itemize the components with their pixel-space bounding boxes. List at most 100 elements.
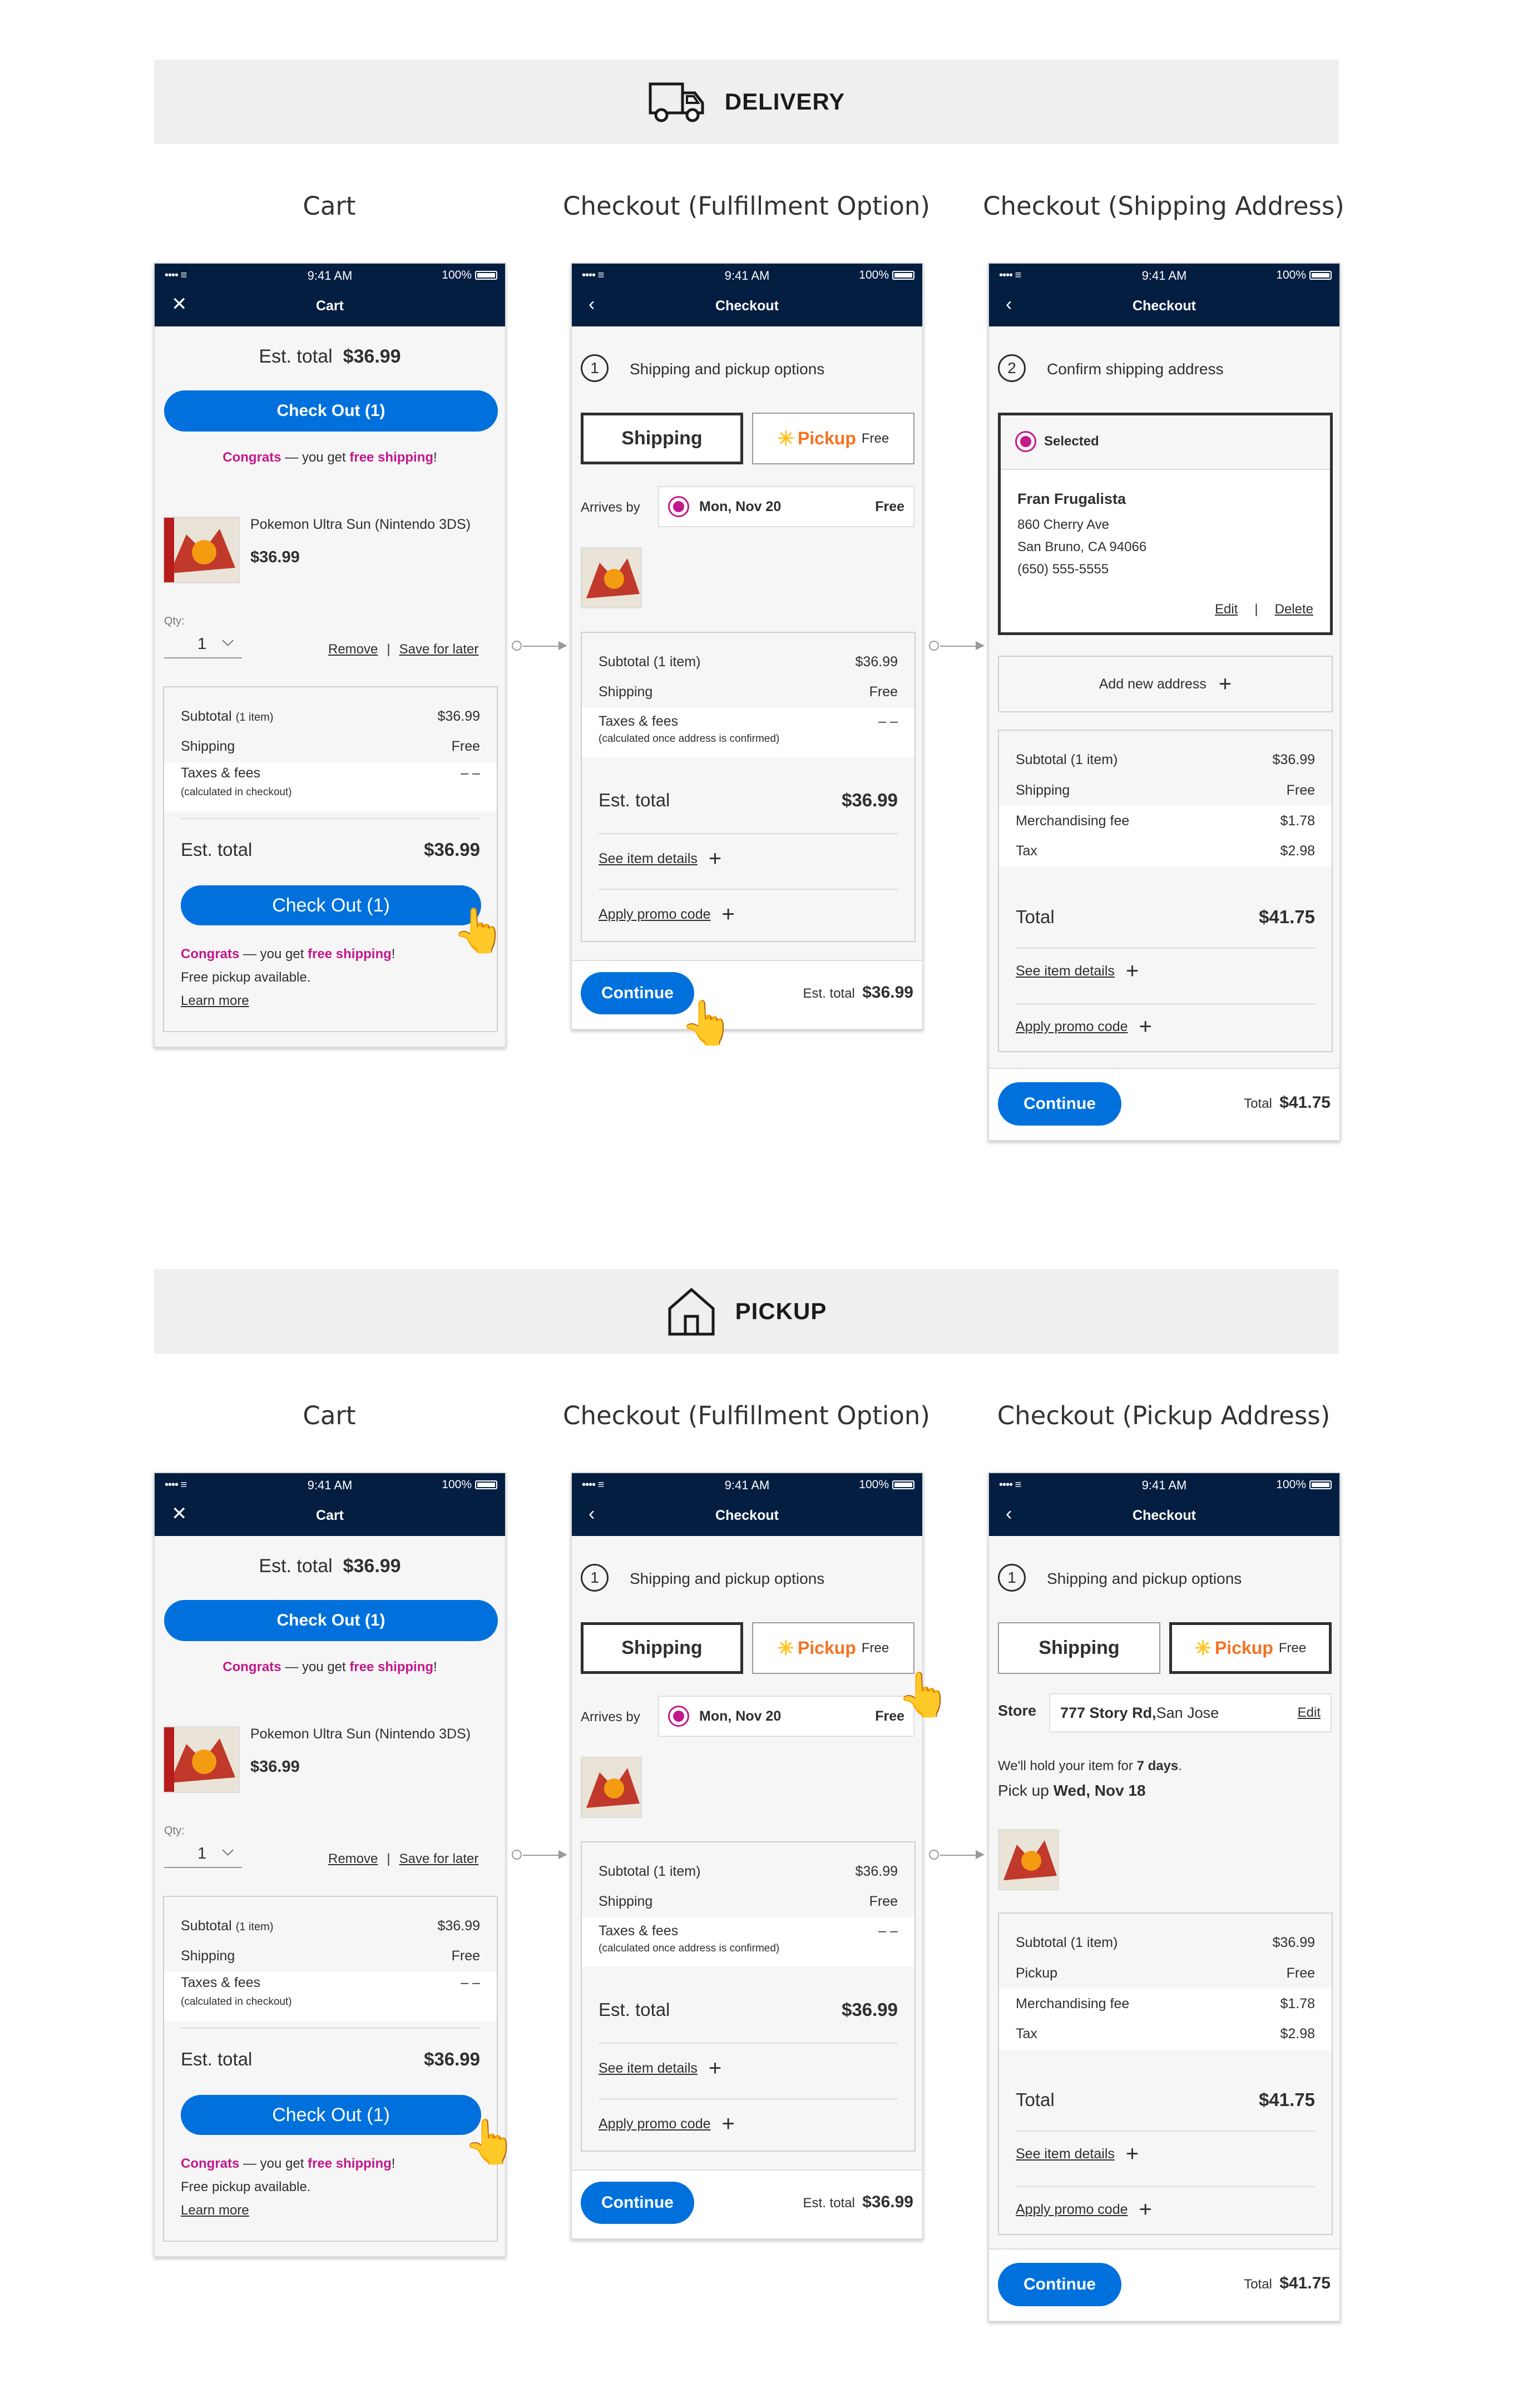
congrats-mid: — you get [239,947,308,962]
subtotal-items: (1 item) [235,1921,274,1933]
taxes-label: Taxes & fees [599,1923,679,1939]
est-total-row: Est. total $36.99 [181,2049,480,2070]
remove-link[interactable]: Remove [328,1851,378,1867]
footer-total-label: Total [1244,1096,1272,1111]
est-total-value: $36.99 [343,346,401,367]
add-new-address-button[interactable]: Add new address + [998,656,1333,712]
plus-icon: + [1139,2197,1152,2222]
tab-shipping[interactable]: Shipping [998,1622,1160,1674]
step-label: Shipping and pickup options [630,1570,825,1587]
item-thumbnail[interactable] [581,1757,642,1818]
item-thumbnail[interactable] [998,1829,1059,1890]
see-item-details-link[interactable]: See item details [599,2060,698,2077]
continue-button[interactable]: Continue [998,2263,1121,2306]
save-for-later-link[interactable]: Save for later [399,642,479,657]
delivery-date-option[interactable]: Mon, Nov 20 Free [658,486,914,527]
apply-promo[interactable]: Apply promo code + [599,2113,735,2135]
qty-select[interactable]: 1 ⌵ [164,1840,242,1868]
pickup-label: PICKUP [735,1298,827,1324]
taxes-row: Taxes & fees – – [181,1975,480,1991]
divider [599,2043,898,2044]
save-for-later-link[interactable]: Save for later [399,1851,479,1867]
est-value: $36.99 [424,2049,480,2069]
merch-fee-label: Merchandising fee [1016,1996,1130,2011]
apply-promo-link[interactable]: Apply promo code [1016,2202,1128,2218]
footer-total-label: Total [1244,2277,1272,2292]
learn-more-link[interactable]: Learn more [181,2203,249,2218]
battery-icon [475,1480,497,1489]
divider [599,833,898,834]
flow-arrow [929,1850,985,1860]
qty-label: Qty: [164,1825,185,1837]
step-number: 1 [581,354,609,382]
congrats-mid: — you get [239,2156,308,2171]
battery-icon [1309,271,1332,280]
total-row: Total $41.75 [1016,906,1315,928]
divider [181,818,480,819]
taxes-value: – – [878,714,898,729]
product-image[interactable] [163,517,240,583]
checkout-button-bottom[interactable]: Check Out (1) [181,885,481,925]
delivery-date-option[interactable]: Mon, Nov 20 Free [658,1696,914,1737]
checkout-button-top[interactable]: Check Out (1) [164,390,498,432]
continue-button[interactable]: Continue [998,1082,1121,1126]
divider [599,2098,898,2099]
hand-pointer-icon: 👆 [897,1670,951,1719]
checkout-button-top[interactable]: Check Out (1) [164,1600,498,1641]
step-number: 2 [998,354,1026,382]
congrats-excl: ! [391,947,395,962]
store-selector[interactable]: 777 Story Rd, San Jose Edit [1049,1693,1332,1732]
est-value: $36.99 [842,790,898,810]
hold-days: 7 days [1136,1758,1179,1773]
shipping-address-screen: •••• ≡ 9:41 AM 100% ‹ Checkout 2 Confirm… [988,262,1341,1141]
see-item-details-link[interactable]: See item details [599,851,698,867]
product-title[interactable]: Pokemon Ultra Sun (Nintendo 3DS) [250,517,471,533]
learn-more-link[interactable]: Learn more [181,993,249,1009]
tab-pickup[interactable]: ✳ Pickup Free [752,1622,914,1674]
apply-promo[interactable]: Apply promo code + [599,903,735,925]
edit-store-link[interactable]: Edit [1298,1705,1321,1721]
shipping-value: Free [869,684,898,700]
step-label: Confirm shipping address [1047,360,1224,378]
shipping-label: Shipping [181,739,235,754]
apply-promo[interactable]: Apply promo code + [1016,2198,1152,2221]
qty-select[interactable]: 1 ⌵ [164,631,242,658]
see-item-details[interactable]: See item details + [1016,2143,1139,2165]
remove-link[interactable]: Remove [328,642,378,657]
apply-promo-link[interactable]: Apply promo code [599,906,711,923]
see-item-details-link[interactable]: See item details [1016,2146,1115,2162]
see-item-details[interactable]: See item details + [1016,960,1139,982]
tax-label: Tax [1016,843,1037,859]
tab-shipping[interactable]: Shipping [581,413,743,464]
apply-promo-link[interactable]: Apply promo code [599,2116,711,2132]
hand-pointer-icon: 👆 [463,2117,517,2166]
product-image[interactable] [163,1726,240,1793]
product-title[interactable]: Pokemon Ultra Sun (Nintendo 3DS) [250,1726,471,1742]
radio-selected [1015,431,1036,452]
pickup-row: Pickup Free [1016,1965,1315,1981]
taxes-note: (calculated in checkout) [181,1996,292,2008]
apply-promo-link[interactable]: Apply promo code [1016,1019,1128,1035]
tab-shipping[interactable]: Shipping [581,1622,743,1674]
shipping-row: Shipping Free [599,684,898,700]
edit-link[interactable]: Edit [1215,602,1238,617]
apply-promo[interactable]: Apply promo code + [1016,1015,1152,1038]
address-card-selected[interactable]: Selected Fran Frugalista 860 Cherry Ave … [998,413,1333,635]
checkout-button-bottom[interactable]: Check Out (1) [181,2095,481,2135]
tab-pickup[interactable]: ✳ Pickup Free [752,413,914,464]
delivery-label: DELIVERY [724,88,846,115]
item-thumbnail[interactable] [581,547,642,608]
shipping-value: Free [1286,782,1315,798]
tab-pickup[interactable]: ✳ Pickup Free [1169,1622,1332,1674]
continue-button[interactable]: Continue [581,972,694,1014]
subtotal-label: Subtotal (1 item) [1016,1935,1118,1950]
delete-link[interactable]: Delete [1275,602,1313,617]
see-item-details-link[interactable]: See item details [1016,963,1115,979]
see-item-details[interactable]: See item details + [599,848,721,870]
spark-icon: ✳ [777,1636,794,1659]
order-summary-card: Subtotal (1 item) $36.99 Shipping Free Tax… [581,1841,916,2152]
see-item-details[interactable]: See item details + [599,2057,721,2079]
free-shipping-text: free shipping [308,947,392,962]
continue-button[interactable]: Continue [581,2182,694,2224]
battery-status: 100% [1276,1478,1332,1492]
